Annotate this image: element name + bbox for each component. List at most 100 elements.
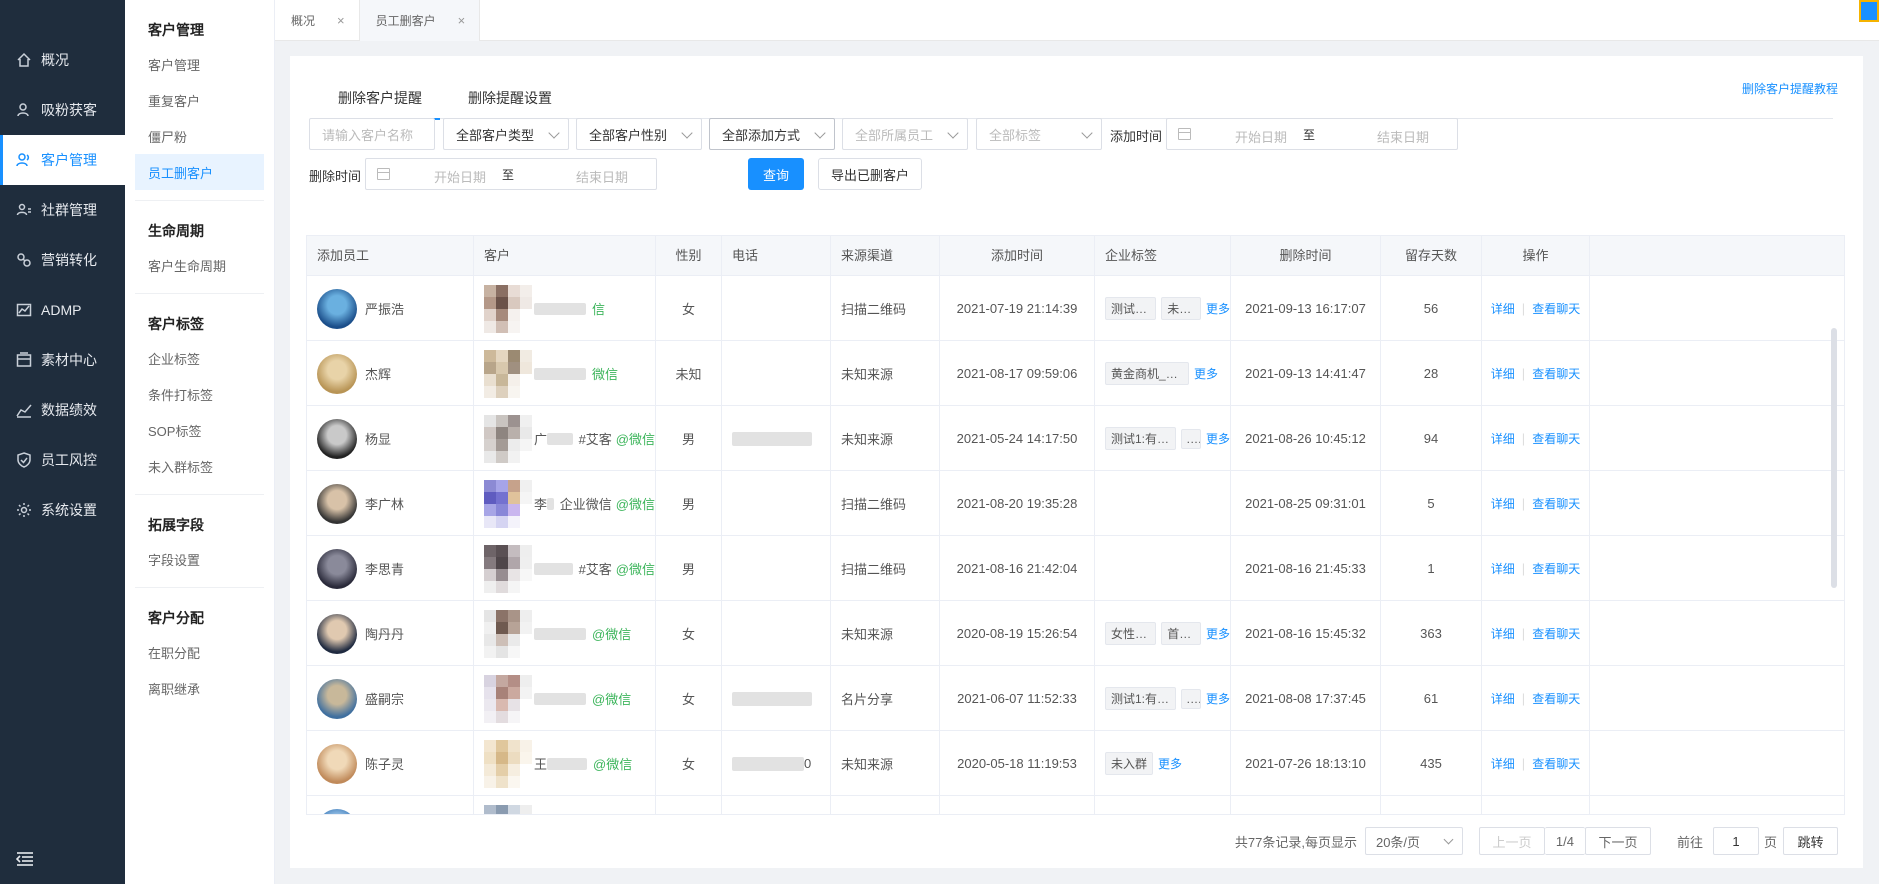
enterprise-tag: ... — [1180, 428, 1201, 449]
more-tags-link[interactable]: 更多 — [1206, 690, 1230, 707]
customer-name-mid: #艾客 — [578, 432, 612, 447]
submenu-item[interactable]: 离职继承 — [135, 670, 264, 706]
more-tags-link[interactable]: 更多 — [1158, 755, 1182, 772]
close-icon[interactable]: × — [337, 13, 345, 28]
detail-link[interactable]: 详细 — [1491, 430, 1515, 447]
submenu-item[interactable]: 在职分配 — [135, 634, 264, 670]
detail-link[interactable]: 详细 — [1491, 755, 1515, 772]
more-tags-link[interactable]: 更多 — [1206, 625, 1230, 642]
submenu-item[interactable]: 重复客户 — [135, 82, 264, 118]
staff-name: 盛嗣宗 — [365, 692, 405, 707]
detail-link[interactable]: 详细 — [1491, 560, 1515, 577]
detail-link[interactable]: 详细 — [1491, 690, 1515, 707]
action-separator: | — [1521, 496, 1526, 511]
detail-link[interactable]: 详细 — [1491, 625, 1515, 642]
submenu-item[interactable]: 未入群标签 — [135, 448, 264, 484]
nav-item-3[interactable]: 社群管理 — [0, 185, 125, 235]
tags-select[interactable]: 全部标签 — [976, 118, 1102, 150]
gender: 男 — [681, 432, 695, 447]
deleted-time: 2021-09-13 16:17:07 — [1245, 301, 1366, 316]
tab-staff-deleted-customers[interactable]: 员工删客户 × — [359, 0, 481, 41]
nav-item-5[interactable]: ADMP — [0, 285, 125, 335]
table-cell: 435 — [1381, 731, 1482, 796]
prev-page-button[interactable]: 上一页 — [1478, 827, 1545, 855]
select-value: 全部所属员工 — [855, 127, 934, 143]
deleted-customers-table: 添加员工 客户 性别 电话 来源渠道 添加时间 企业标签 删除时间 留存天数 操作 严振浩信女扫描… — [306, 235, 1845, 815]
page-size-select[interactable]: 20条/页 — [1364, 827, 1463, 855]
customer-name-input[interactable]: 请输入客户名称 — [309, 118, 435, 150]
enterprise-tag: 测试1:有钱人 — [1105, 687, 1176, 710]
table-cell: 363 — [1381, 601, 1482, 666]
add-method-select[interactable]: 全部添加方式 — [709, 118, 835, 150]
phone-tail: 0 — [804, 756, 812, 771]
jump-button[interactable]: 跳转 — [1783, 827, 1838, 855]
table-cell — [722, 796, 831, 814]
nav-item-8[interactable]: 员工风控 — [0, 435, 125, 485]
detail-link[interactable]: 详细 — [1491, 365, 1515, 382]
tab-overview[interactable]: 概况 × — [275, 0, 360, 41]
customer-gender-select[interactable]: 全部客户性别 — [576, 118, 702, 150]
table-cell: 男 — [656, 471, 722, 536]
close-icon[interactable]: × — [458, 13, 466, 28]
next-page-button[interactable]: 下一页 — [1584, 827, 1651, 855]
submenu-item[interactable]: 客户管理 — [135, 46, 264, 82]
submenu-item[interactable]: 条件打标签 — [135, 376, 264, 412]
subtab-reminder-settings[interactable]: 删除提醒设置 — [450, 74, 570, 119]
table-cell: 未知 — [656, 341, 722, 406]
table-cell: 未知来源 — [831, 601, 940, 666]
subtab-delete-reminder[interactable]: 删除客户提醒 — [320, 74, 440, 120]
add-time-range[interactable]: 开始日期 至 结束日期 — [1166, 118, 1458, 150]
submenu-item[interactable]: 字段设置 — [135, 541, 264, 577]
view-chat-link[interactable]: 查看聊天 — [1532, 430, 1580, 447]
table-scrollbar[interactable] — [1831, 328, 1837, 588]
nav-item-7[interactable]: 数据绩效 — [0, 385, 125, 435]
table-cell: 女 — [656, 731, 722, 796]
nav-item-4[interactable]: 营销转化 — [0, 235, 125, 285]
submenu-item[interactable]: 企业标签 — [135, 340, 264, 376]
group-icon — [16, 202, 32, 218]
export-deleted-button[interactable]: 导出已删客户 — [818, 158, 922, 190]
detail-link[interactable]: 详细 — [1491, 495, 1515, 512]
submenu-group: 客户管理 客户管理 重复客户 僵尸粉 员工删客户 — [135, 0, 264, 201]
view-chat-link[interactable]: 查看聊天 — [1532, 300, 1580, 317]
material-icon — [16, 352, 32, 368]
table-cell: 李广林 — [307, 471, 474, 536]
table-cell: 2020-08-19 15:26:54 — [940, 601, 1095, 666]
view-chat-link[interactable]: 查看聊天 — [1532, 690, 1580, 707]
avatar — [317, 483, 357, 524]
submenu-group-title: 生命周期 — [148, 223, 204, 239]
page-tabs: 概况 × 员工删客户 × — [275, 0, 1879, 41]
submenu-item[interactable]: 客户生命周期 — [135, 247, 264, 283]
nav-item-0[interactable]: 概况 — [0, 35, 125, 85]
view-chat-link[interactable]: 查看聊天 — [1532, 755, 1580, 772]
nav-item-2[interactable]: 客户管理 — [0, 135, 125, 185]
more-tags-link[interactable]: 更多 — [1206, 300, 1230, 317]
query-button[interactable]: 查询 — [748, 158, 804, 190]
delete-time-range[interactable]: 开始日期 至 结束日期 — [365, 158, 657, 190]
more-tags-link[interactable]: 更多 — [1206, 430, 1230, 447]
submenu-item[interactable]: SOP标签 — [135, 412, 264, 448]
view-chat-link[interactable]: 查看聊天 — [1532, 625, 1580, 642]
view-chat-link[interactable]: 查看聊天 — [1532, 365, 1580, 382]
submenu-item[interactable]: 僵尸粉 — [135, 118, 264, 154]
retention-days: 56 — [1423, 301, 1439, 316]
source-channel: 扫描二维码 — [841, 302, 907, 317]
added-time: 2021-08-17 09:59:06 — [956, 366, 1078, 381]
app-corner-icon[interactable] — [1859, 0, 1879, 22]
view-chat-link[interactable]: 查看聊天 — [1532, 560, 1580, 577]
submenu-item[interactable]: 员工删客户 — [135, 154, 264, 190]
nav-item-1[interactable]: 吸粉获客 — [0, 85, 125, 135]
customer-name-prefix: 广 — [534, 432, 548, 447]
submenu-group: 客户标签企业标签 条件打标签 SOP标签 未入群标签 — [135, 294, 264, 495]
goto-page-input[interactable]: 1 — [1712, 827, 1759, 855]
more-tags-link[interactable]: 更多 — [1194, 365, 1218, 382]
nav-item-6[interactable]: 素材中心 — [0, 335, 125, 385]
view-chat-link[interactable]: 查看聊天 — [1532, 495, 1580, 512]
detail-link[interactable]: 详细 — [1491, 300, 1515, 317]
submenu-group-title: 客户标签 — [148, 316, 204, 332]
tutorial-link[interactable]: 删除客户提醒教程 — [1742, 80, 1838, 97]
nav-item-9[interactable]: 系统设置 — [0, 485, 125, 535]
collapse-menu-icon[interactable] — [15, 852, 34, 866]
customer-type-select[interactable]: 全部客户类型 — [443, 118, 569, 150]
staff-select[interactable]: 全部所属员工 — [842, 118, 968, 150]
